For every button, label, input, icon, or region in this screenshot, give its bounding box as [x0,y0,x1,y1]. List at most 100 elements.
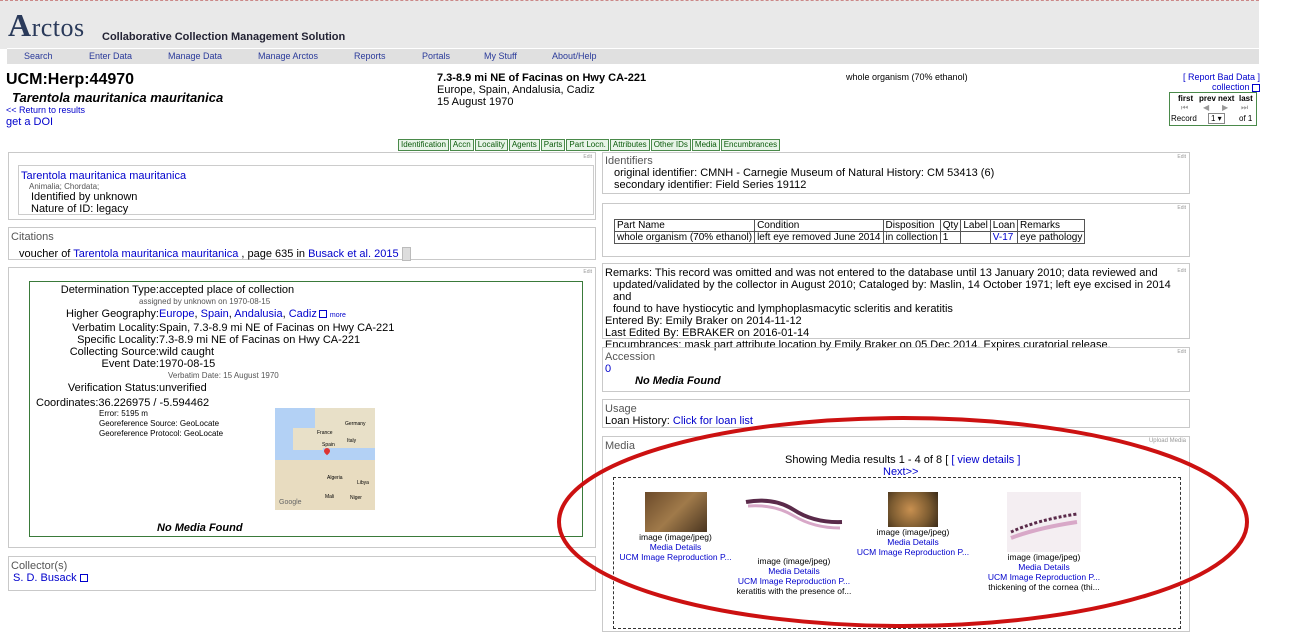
verification-value: unverified [159,382,207,394]
edit-parts-link[interactable]: Edit [1177,205,1186,211]
tab-attributes[interactable]: Attributes [609,139,650,151]
map-label-germany: Germany [345,421,366,427]
arctos-logo[interactable]: Arctos [8,7,85,44]
record-select[interactable]: 1 ▾ [1208,113,1225,124]
citation-prefix: voucher of [19,247,71,260]
collection-date: 15 August 1970 [437,96,514,108]
next-record-icon[interactable]: ▶ [1222,103,1228,112]
tab-parts[interactable]: Parts [540,139,566,151]
prev-record-icon[interactable]: ◀ [1203,103,1209,112]
geo-andalusia-link[interactable]: Andalusia [234,308,282,320]
collector-info-icon[interactable] [79,574,88,583]
nav-my-stuff[interactable]: My Stuff [484,51,517,61]
accession-heading: Accession [605,351,656,363]
geo-cadiz-link[interactable]: Cadiz [289,308,317,320]
nav-manage-data[interactable]: Manage Data [168,51,222,61]
accession-panel: Edit Accession 0 No Media Found [602,347,1190,392]
nav-search[interactable]: Search [24,51,53,61]
det-type-value: accepted place of collection [159,284,295,296]
return-to-results-link[interactable]: << Return to results [6,105,85,115]
collection-info-icon[interactable] [1252,83,1261,92]
geo-europe-link[interactable]: Europe [159,308,194,320]
locality-map[interactable]: Germany France Italy Spain Algeria Libya… [275,408,375,510]
pager-last-label: last [1239,94,1253,103]
section-tabs: Identification Accn Locality Agents Parts Par… [398,138,781,151]
pager-record-label: Record [1171,114,1197,123]
col-remarks: Remarks [1017,219,1086,232]
specific-locality-value: 7.3-8.9 mi NE of Facinas on Hwy CA-221 [159,334,361,346]
tab-other-ids[interactable]: Other IDs [650,139,691,151]
verbatim-locality-value: Spain, 7.3-8.9 mi NE of Facinas on Hwy C… [159,322,395,334]
nav-reports[interactable]: Reports [354,51,386,61]
accession-link[interactable]: 0 [605,363,611,375]
cell-loan: V-17 [989,231,1019,244]
det-type-label: Determination Type: [60,284,159,296]
col-loan: Loan [989,219,1019,232]
tagline: Collaborative Collection Management Solu… [102,31,346,43]
identification-panel: Edit Tarentola mauritanica mauritanica A… [8,152,596,220]
map-label-france: France [317,430,333,436]
get-doi-link[interactable]: get a DOI [6,116,53,128]
collectors-heading: Collector(s) [11,560,68,572]
record-pager: first prev next last ⏮ ◀ ▶ ⏭ Record 1 ▾ … [1169,92,1257,126]
coordinates-value: 36.226975 / -5.594462 [98,397,210,409]
collector-link[interactable]: S. D. Busack [13,572,77,584]
accession-no-media: No Media Found [635,375,721,387]
tab-locality[interactable]: Locality [474,139,508,151]
identification-taxon-link[interactable]: Tarentola mauritanica mauritanica [21,170,186,182]
collecting-source-value: wild caught [159,346,215,358]
remarks-line-2: updated/validated by the collector in Au… [613,279,1171,303]
edit-identification-link[interactable]: Edit [583,154,592,160]
citations-panel: Citations voucher of Tarentola mauritani… [8,227,596,261]
citations-heading: Citations [11,231,54,243]
map-marker-icon[interactable] [322,446,332,456]
nav-manage-arctos[interactable]: Manage Arctos [258,51,318,61]
collection-link-wrap: collection [1212,82,1261,92]
citation-taxon-link[interactable]: Tarentola mauritanica mauritanica [73,248,238,260]
edit-remarks-link[interactable]: Edit [1177,265,1186,277]
map-label-spain: Spain [322,442,335,448]
citation-ref-link[interactable]: Busack et al. 2015 [308,248,399,260]
citation-doc-icon[interactable] [401,247,411,261]
pager-of-label: of 1 [1239,114,1253,123]
parts-table: Part Name Condition Disposition Qty Labe… [613,219,1086,244]
tab-encumbrances[interactable]: Encumbrances [720,139,781,151]
collecting-source-label: Collecting Source: [69,346,159,358]
parts-summary: whole organism (70% ethanol) [846,72,968,82]
first-record-icon[interactable]: ⏮ [1181,103,1188,113]
geo-spain-link[interactable]: Spain [201,308,229,320]
nav-portals[interactable]: Portals [422,51,450,61]
locality-box: Determination Type:accepted place of col… [29,281,583,537]
parts-table-header: Part Name Condition Disposition Qty Labe… [613,219,1086,232]
geo-info-icon[interactable] [318,310,327,319]
annotation-ellipse [557,416,1249,628]
record-select-value: 1 [1211,114,1216,123]
loan-link[interactable]: V-17 [993,232,1014,243]
tab-agents[interactable]: Agents [508,139,540,151]
edit-locality-link[interactable]: Edit [583,269,592,275]
edit-identifiers-link[interactable]: Edit [1177,154,1186,160]
pager-prev-label: prev [1199,94,1216,103]
locality-no-media: No Media Found [157,522,243,534]
last-record-icon[interactable]: ⏭ [1241,103,1248,113]
nav-about-help[interactable]: About/Help [552,51,597,61]
col-label: Label [960,219,991,232]
edit-accession-link[interactable]: Edit [1177,349,1186,355]
locality-title: 7.3-8.9 mi NE of Facinas on Hwy CA-221 [437,72,647,84]
nav-enter-data[interactable]: Enter Data [89,51,132,61]
collectors-panel: Collector(s) S. D. Busack [8,556,596,591]
report-bad-data-link[interactable]: [ Report Bad Data ] [1183,72,1260,82]
event-date-value: 1970-08-15 [159,358,216,370]
tab-accn[interactable]: Accn [449,139,474,151]
citation-line: voucher of Tarentola mauritanica maurita… [19,247,595,261]
identifiers-heading: Identifiers [605,155,653,167]
identified-by: Identified by unknown [31,191,138,203]
cell-qty: 1 [939,231,962,244]
map-label-mali: Mali [325,494,335,500]
locality-geography: Europe, Spain, Andalusia, Cadiz [437,84,595,96]
tab-part-locn[interactable]: Part Locn. [566,139,609,151]
tab-identification[interactable]: Identification [398,139,449,151]
collection-link[interactable]: collection [1212,82,1250,92]
geo-more-link[interactable]: more [330,312,346,319]
tab-media[interactable]: Media [691,139,720,151]
